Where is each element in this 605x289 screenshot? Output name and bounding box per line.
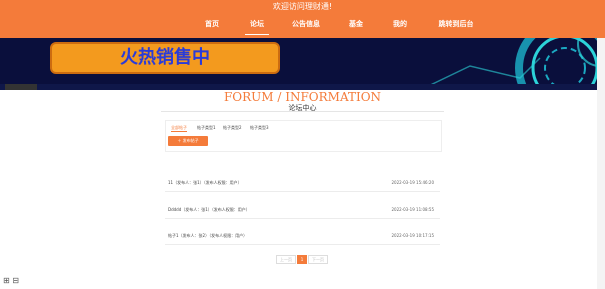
post-row[interactable]: 11（发布人：张1）（发布人权限：用户） 2022-03-19 15:46:20 [165, 177, 440, 192]
post-title[interactable]: Ddddd（发布人：张1）（发布人权限：用户） [168, 207, 250, 213]
nav-notices[interactable]: 公告信息 [288, 19, 324, 33]
right-scrollbar[interactable] [597, 38, 605, 289]
banner-carousel[interactable]: 火热销售中 [0, 38, 605, 90]
post-row[interactable]: Ddddd（发布人：张1）（发布人权限：用户） 2022-03-19 11:08… [165, 204, 440, 219]
post-title[interactable]: 11（发布人：张1）（发布人权限：用户） [168, 180, 242, 186]
corner-tools[interactable]: ⊞ ⊟ [3, 276, 19, 285]
nav-home[interactable]: 首页 [200, 19, 224, 33]
post-time: 2022-03-19 10:17:15 [391, 233, 434, 238]
page-1-button[interactable]: 1 [297, 255, 307, 264]
nav-fund[interactable]: 基金 [344, 19, 368, 33]
tab-type-3[interactable]: 帖子类型3 [250, 125, 269, 131]
nav-admin[interactable]: 跳转到后台 [432, 19, 480, 33]
post-time: 2022-03-19 15:46:20 [391, 180, 434, 185]
nav-forum[interactable]: 论坛 [245, 19, 269, 35]
top-bar: 欢迎访问理财通! 首页 论坛 公告信息 基金 我的 跳转到后台 [0, 0, 605, 38]
next-page-button[interactable]: 下一页 [308, 255, 328, 264]
nav-mine[interactable]: 我的 [388, 19, 412, 33]
grid-icon[interactable]: ⊞ [3, 276, 10, 285]
section-title-en: FORUM / INFORMATION [223, 90, 382, 104]
post-time: 2022-03-19 11:08:55 [391, 207, 434, 212]
prev-page-button[interactable]: 上一页 [276, 255, 296, 264]
tab-type-2[interactable]: 帖子类型2 [223, 125, 242, 131]
divider [161, 111, 444, 112]
post-row[interactable]: 帖子1（发布人：张2）（发布人权限：用户） 2022-03-19 10:17:1… [165, 230, 440, 245]
plus-icon: ＋ [177, 138, 182, 143]
publish-post-label: 发布帖子 [182, 138, 199, 143]
tab-type-1[interactable]: 帖子类型1 [197, 125, 216, 131]
banner-slogan: 火热销售中 [50, 42, 280, 74]
active-tab-indicator [171, 131, 187, 132]
publish-post-button[interactable]: ＋ 发布帖子 [168, 136, 208, 146]
carousel-dots[interactable] [295, 81, 310, 90]
post-title[interactable]: 帖子1（发布人：张2）（发布人权限：用户） [168, 233, 247, 239]
window-icon[interactable]: ⊟ [12, 276, 19, 285]
welcome-text: 欢迎访问理财通! [272, 2, 333, 11]
